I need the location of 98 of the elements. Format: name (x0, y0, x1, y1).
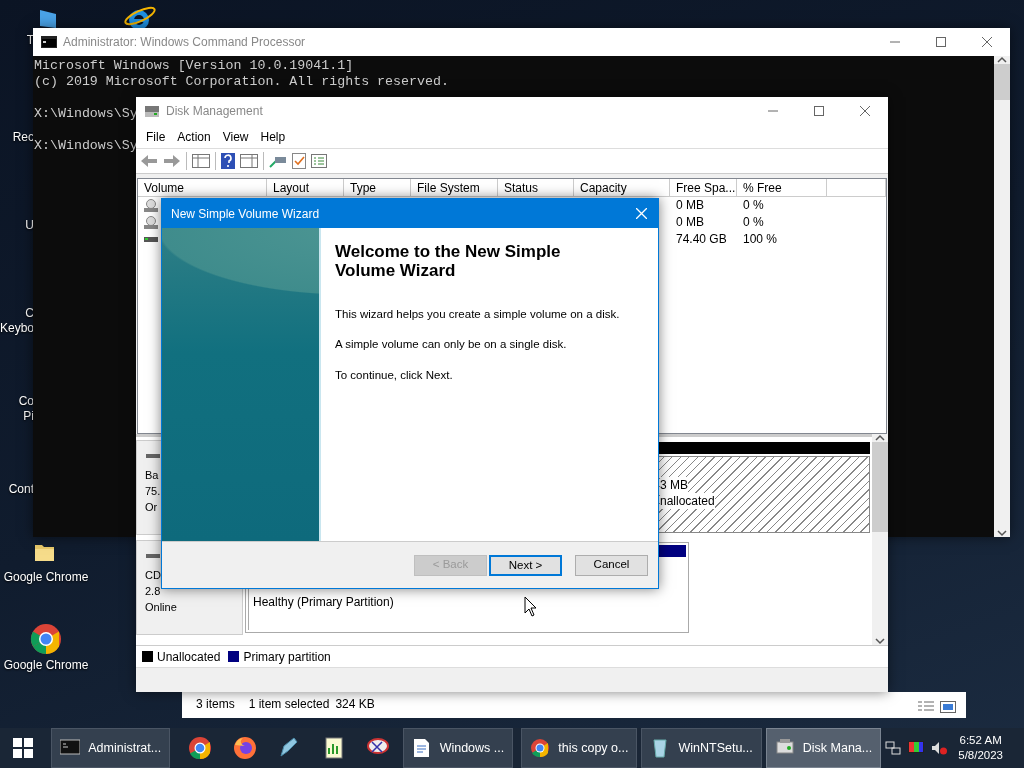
close-icon (860, 106, 870, 116)
console-line: (c) 2019 Microsoft Corporation. All rights reserved. (34, 74, 449, 90)
icon-label: Google Chrome (2, 570, 90, 585)
chevron-down-icon[interactable] (997, 529, 1007, 537)
menu-item[interactable]: Action (171, 127, 217, 146)
wizard-button[interactable]: Cancel (575, 554, 648, 576)
chrome-icon (530, 738, 551, 758)
disk-info-text: 2.8 (145, 584, 161, 599)
table-cell-text: 100 % (742, 231, 779, 248)
scrollbar[interactable] (994, 56, 1010, 537)
disk-icon (144, 215, 158, 230)
column-header[interactable]: Volume (138, 179, 267, 197)
disk-info-text: CD (145, 568, 161, 583)
close-icon (635, 208, 647, 219)
dialog-title: New Simple Volume Wizard (171, 205, 320, 223)
disk-drive-icon (144, 104, 160, 118)
chrome-icon (188, 736, 213, 760)
legend-label: Unallocated (157, 648, 221, 666)
scrollbar[interactable] (872, 434, 888, 645)
console-icon (60, 738, 81, 758)
connect-icon[interactable] (269, 154, 287, 168)
disk-icon (144, 198, 158, 213)
status-text: 3 items (196, 696, 235, 713)
pane-icon[interactable] (240, 154, 258, 168)
wizard-text: To continue, click Next. (335, 367, 454, 383)
clock-date[interactable]: 5/8/2023 (958, 748, 1003, 763)
wizard-text: This wizard helps you create a simple volume on a disk. (335, 307, 621, 322)
scrollbar-thumb[interactable] (994, 64, 1010, 100)
checklist-icon[interactable] (292, 153, 306, 169)
clock-time[interactable]: 6:52 AM (958, 733, 1003, 748)
console-line: Microsoft Windows [Version 10.0.19041.1] (34, 58, 354, 74)
icon-label: Pi (23, 409, 34, 424)
wizard-text: A simple volume can only be on a single disk. (335, 337, 568, 353)
icon-label: Google Chrome (2, 658, 90, 673)
partition-text: Healthy (Primary Partition) (253, 594, 394, 611)
close-icon (982, 37, 992, 47)
table-cell-text: 0 MB (675, 214, 705, 231)
window-title: Disk Management (166, 103, 263, 120)
status-text: 324 KB (335, 696, 375, 713)
status-text: 1 item selected (248, 696, 330, 713)
legend-label: Primary partition (243, 648, 331, 666)
menu-item[interactable]: View (216, 127, 255, 146)
partition-text: nallocated (660, 493, 715, 509)
window-title: Administrator: Windows Command Processor (63, 34, 306, 51)
column-header[interactable]: Status (498, 179, 574, 197)
menu-item[interactable]: Help (254, 127, 292, 146)
icon-label: C (25, 306, 34, 321)
chevron-down-icon[interactable] (875, 637, 885, 645)
table-cell-text: 0 % (742, 214, 765, 231)
column-header[interactable]: File System (411, 179, 498, 197)
table-cell-text: 0 % (742, 197, 765, 214)
disk-info-text: Or (145, 500, 158, 515)
table-cell-text: 74.40 GB (675, 231, 728, 248)
firefox-icon (232, 736, 257, 760)
disk-info-text: Online (145, 600, 177, 615)
taskbar-button[interactable]: WinNTSetu... (641, 728, 762, 768)
taskbar-button[interactable]: Disk Mana... (765, 728, 882, 768)
icon-label: Rec (12, 130, 34, 144)
disk-info-text: Ba (145, 468, 159, 483)
chevron-up-icon[interactable] (875, 434, 885, 442)
column-header[interactable]: Capacity (574, 179, 670, 197)
back-arrow-icon[interactable] (140, 154, 158, 168)
column-header[interactable]: Layout (267, 179, 344, 197)
list-icon[interactable] (311, 154, 327, 168)
chevron-up-icon[interactable] (997, 56, 1007, 64)
wizard-button[interactable]: Next > (489, 554, 562, 576)
column-header[interactable]: % Free (737, 179, 827, 197)
taskbar-button[interactable]: Windows ... (402, 728, 514, 768)
icon-label: U (25, 218, 34, 233)
maximize-icon (814, 106, 824, 116)
icon-label: Cont (8, 482, 34, 497)
icon-label: Keybo (0, 321, 34, 336)
disk-info-text: 75. (145, 484, 161, 499)
icon-label: Co (18, 394, 34, 409)
partition-text: 3 MB (660, 477, 688, 493)
console-icon (41, 36, 57, 48)
chrome-icon[interactable] (30, 623, 62, 655)
forward-arrow-icon[interactable] (163, 154, 181, 168)
taskbar-button[interactable]: Administrat... (51, 728, 171, 768)
maximize-icon (936, 37, 946, 47)
column-header[interactable]: Type (344, 179, 411, 197)
column-header[interactable]: Free Spa... (670, 179, 737, 197)
windows-logo-icon (13, 738, 34, 758)
scrollbar-thumb[interactable] (872, 442, 888, 532)
tiles-view-icon[interactable] (940, 701, 956, 713)
taskbar-button[interactable]: this copy o... (521, 728, 638, 768)
wizard-heading: Welcome to the New Simple Volume Wizard (335, 242, 562, 280)
table-cell-text: 0 MB (675, 197, 705, 214)
mouse-pointer-icon (524, 596, 537, 617)
volume-muted-icon[interactable] (931, 741, 948, 755)
menu-item[interactable]: File (140, 127, 172, 146)
network-icon[interactable] (885, 741, 902, 755)
pane-icon[interactable] (192, 154, 210, 168)
document-icon (411, 738, 432, 758)
help-icon[interactable] (221, 153, 235, 169)
display-icon[interactable] (908, 741, 925, 755)
console-line: X:\Windows\Sy (34, 106, 138, 122)
console-line: X:\Windows\Sy (34, 138, 138, 154)
